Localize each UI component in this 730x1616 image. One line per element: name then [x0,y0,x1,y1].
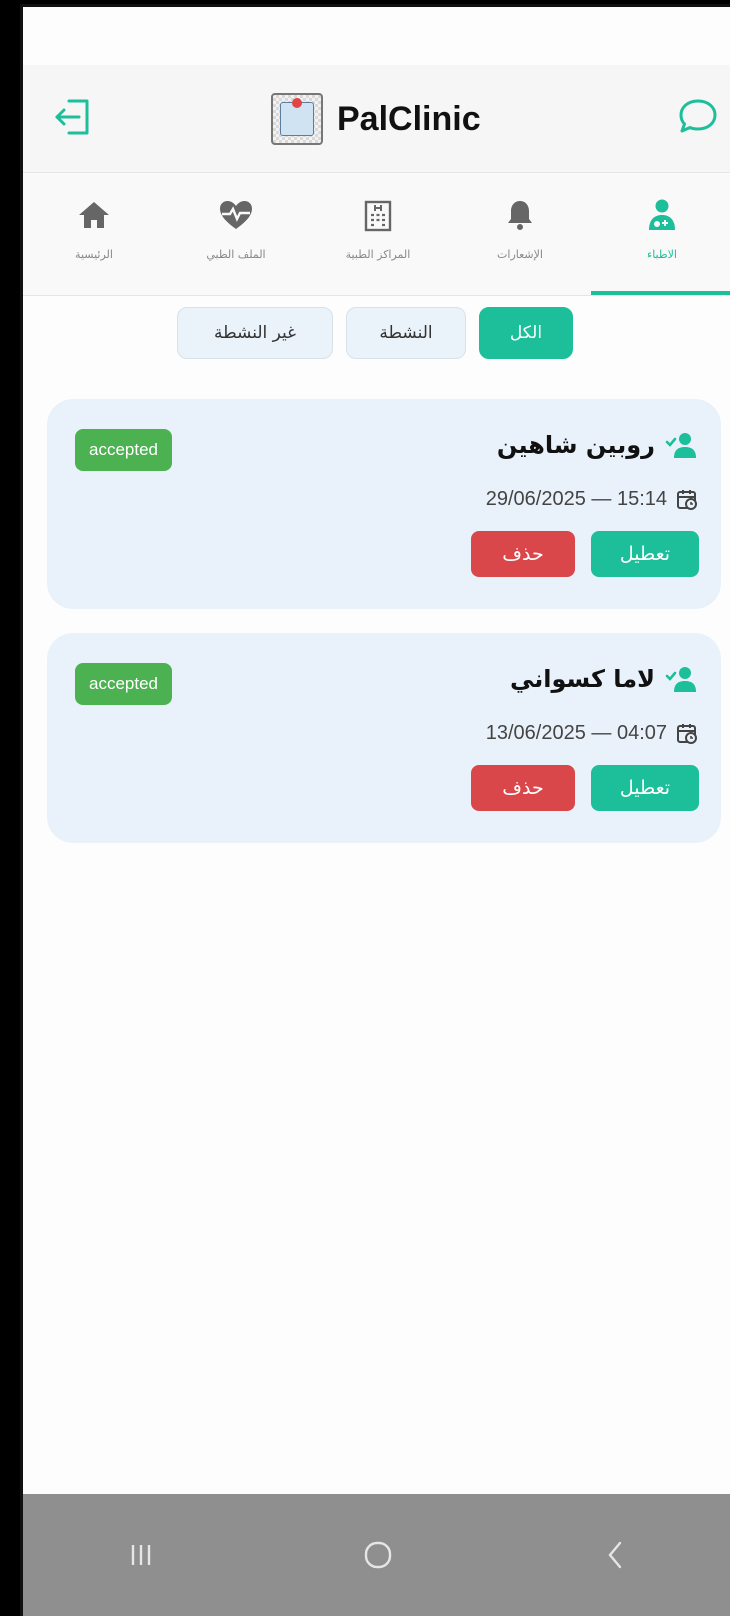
doctor-card: accepted لاما كسواني 13/06/2025 — 04:07 … [47,633,721,843]
app-screen: PalClinic الرئيسية الملف الطبي المراكز ا… [20,4,730,1616]
app-title: PalClinic [337,99,481,138]
created-datetime: 13/06/2025 — 04:07 [485,721,667,744]
status-badge: accepted [75,429,172,471]
chat-bubble-icon[interactable] [675,95,721,141]
tab-label: الملف الطبي [206,248,266,261]
back-chevron-icon[interactable] [595,1535,635,1575]
user-check-icon [665,433,696,458]
tab-label: الإشعارات [497,248,543,261]
calendar-clock-icon [677,490,697,510]
home-circle-icon[interactable] [358,1535,398,1575]
heartbeat-icon [220,201,252,229]
main-tab-bar: الرئيسية الملف الطبي المراكز الطبية الإش… [23,174,730,296]
tab-home[interactable]: الرئيسية [23,174,165,295]
tab-label: الرئيسية [75,248,113,261]
status-filter-group: غير النشطة النشطة الكل [23,307,730,359]
date-row: 29/06/2025 — 15:14 [486,487,699,511]
app-header: PalClinic [23,65,730,173]
hospital-icon [364,200,392,232]
doctor-icon [649,199,675,230]
filter-inactive[interactable]: غير النشطة [177,307,333,359]
date-row: 13/06/2025 — 04:07 [486,721,699,745]
home-icon [79,202,109,228]
filter-active[interactable]: النشطة [346,307,466,359]
tab-label: الاطباء [647,248,677,261]
status-badge: accepted [75,663,172,705]
tab-medical-centers[interactable]: المراكز الطبية [307,174,449,295]
user-check-icon [665,667,696,692]
tab-label: المراكز الطبية [345,248,411,261]
disable-button[interactable]: تعطيل [591,531,699,577]
doctor-name-row: لاما كسواني [510,665,699,693]
doctor-name: روبين شاهين [496,431,655,459]
bell-icon [508,201,532,230]
doctor-name: لاما كسواني [509,665,655,693]
recent-apps-icon[interactable] [121,1535,161,1575]
delete-button[interactable]: حذف [471,765,575,811]
doctor-card: accepted روبين شاهين 29/06/2025 — 15:14 … [47,399,721,609]
brand: PalClinic [271,91,481,147]
filter-all[interactable]: الكل [479,307,573,359]
calendar-clock-icon [677,724,697,744]
tab-doctors[interactable]: الاطباء [591,174,730,295]
brand-logo [271,93,323,145]
logout-icon[interactable] [51,95,95,139]
tab-notifications[interactable]: الإشعارات [449,174,591,295]
created-datetime: 29/06/2025 — 15:14 [485,487,667,510]
disable-button[interactable]: تعطيل [591,765,699,811]
doctor-name-row: روبين شاهين [497,431,699,459]
delete-button[interactable]: حذف [471,531,575,577]
tab-medical-file[interactable]: الملف الطبي [165,174,307,295]
system-nav-bar [23,1494,730,1616]
